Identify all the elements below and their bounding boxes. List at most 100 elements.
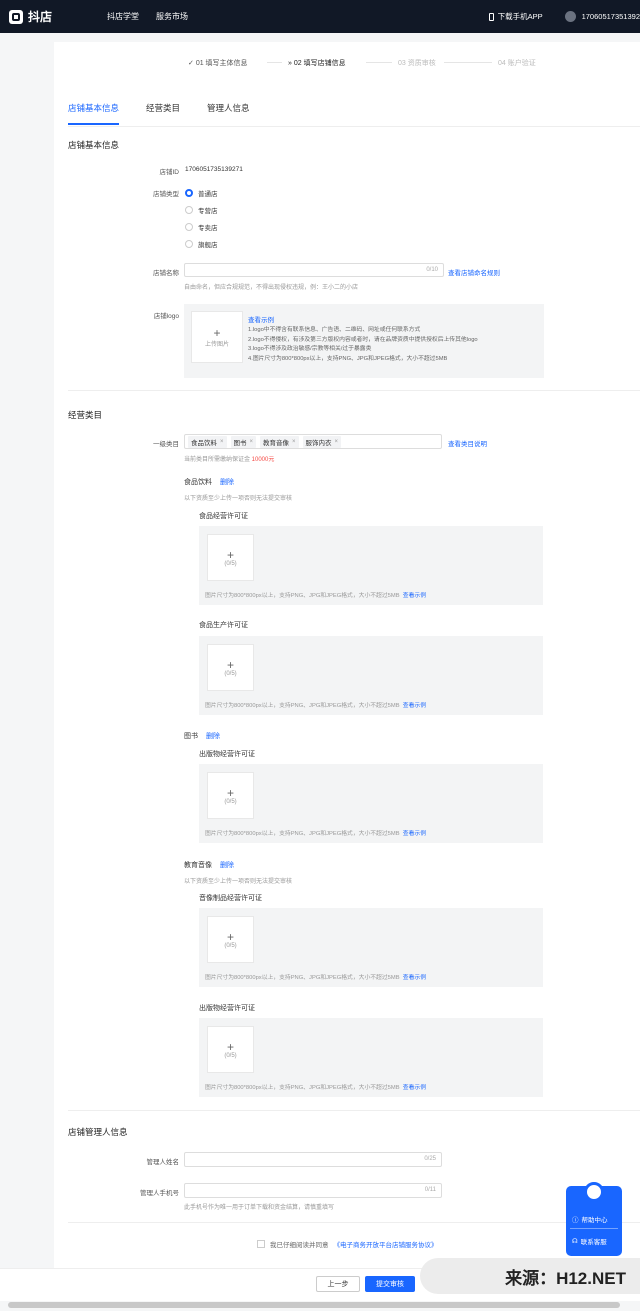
submit-review-button[interactable]: 提交审核 xyxy=(365,1276,415,1292)
agreement-checkbox[interactable]: 我已仔细阅读并同意 《电子商务开放平台店铺服务协议》 xyxy=(257,1239,438,1249)
license-upload-panel: + (0/5) 图片尺寸为800*800px以上，支持PNG、JPG和JPEG格式… xyxy=(199,764,543,843)
category-group-edu-av: 教育音像 删除 xyxy=(184,860,234,870)
delete-group-button[interactable]: 删除 xyxy=(220,477,234,487)
shop-name-label: 店铺名称 xyxy=(153,270,179,277)
primary-category-label: 一级类目 xyxy=(153,441,179,448)
manager-phone-counter: 0/11 xyxy=(424,1187,436,1193)
license-upload-panel: + (0/5) 图片尺寸为800*800px以上，支持PNG、JPG和JPEG格式… xyxy=(199,526,543,605)
nav-service-market[interactable]: 服务市场 xyxy=(156,11,188,22)
prev-step-button[interactable]: 上一步 xyxy=(316,1276,360,1292)
upload-label: 上传图片 xyxy=(204,341,229,348)
close-icon[interactable]: × xyxy=(292,439,296,445)
plus-icon: + xyxy=(226,785,234,800)
tab-category[interactable]: 经营类目 xyxy=(146,102,180,125)
manager-name-counter: 0/25 xyxy=(424,1156,436,1162)
logo-rules: 1.logo中不得含有联系信息、广告语、二维码、网址或任何联系方式 2.logo… xyxy=(248,326,478,364)
tab-manager-info[interactable]: 管理人信息 xyxy=(207,102,250,125)
group-hint: 以下资质至少上传一项否则无法提交审核 xyxy=(184,879,293,885)
brand-name: 抖店 xyxy=(28,10,53,24)
doudian-logo-icon xyxy=(9,9,23,24)
license-title: 出版物经营许可证 xyxy=(199,751,255,758)
license-example-link[interactable]: 查看示例 xyxy=(403,703,426,709)
brand-logo[interactable]: 抖店 xyxy=(9,8,52,25)
nav-academy[interactable]: 抖店学堂 xyxy=(107,11,139,22)
radio-checked-icon xyxy=(185,189,193,197)
license-hint: 图片尺寸为800*800px以上，支持PNG、JPG和JPEG格式，大小不超过5… xyxy=(205,593,426,599)
delete-group-button[interactable]: 删除 xyxy=(206,731,220,741)
shop-name-input[interactable]: 0/10 xyxy=(184,263,444,277)
phone-icon xyxy=(488,12,494,21)
license-example-link[interactable]: 查看示例 xyxy=(403,593,426,599)
download-app-link[interactable]: 下载手机APP xyxy=(488,11,543,22)
source-watermark: 来源：H12.NET xyxy=(420,1258,640,1294)
category-tag: 服饰内衣 × xyxy=(302,435,342,448)
radio-icon xyxy=(185,206,193,214)
category-tag: 图书 × xyxy=(230,435,257,448)
license-upload-button[interactable]: + (0/5) xyxy=(207,772,254,819)
license-upload-button[interactable]: + (0/5) xyxy=(207,644,254,691)
radio-icon xyxy=(185,240,193,248)
form-tabs: 店铺基本信息 经营类目 管理人信息 xyxy=(68,102,250,125)
step-2: » 02 填写店铺信息 xyxy=(288,60,346,67)
category-explain-link[interactable]: 查看类目说明 xyxy=(448,438,487,448)
logo-example-link[interactable]: 查看示例 xyxy=(248,314,274,324)
close-icon[interactable]: × xyxy=(335,439,339,445)
license-upload-button[interactable]: + (0/5) xyxy=(207,534,254,581)
license-hint: 图片尺寸为800*800px以上，支持PNG、JPG和JPEG格式，大小不超过5… xyxy=(205,703,426,709)
shop-type-label: 店铺类型 xyxy=(153,191,179,198)
plus-icon: + xyxy=(226,1039,234,1054)
logo-rule-4: 4.图片尺寸为800*800px以上，支持PNG、JPG和JPEG格式，大小不超… xyxy=(248,355,448,362)
shop-type-radio-exclusive[interactable]: 专卖店 xyxy=(185,222,218,232)
close-icon[interactable]: × xyxy=(250,439,254,445)
helper-divider xyxy=(570,1228,618,1229)
checkbox-icon xyxy=(257,1240,265,1248)
top-navigation-bar: 抖店 抖店学堂 服务市场 下载手机APP 17060517351392 xyxy=(0,0,640,33)
close-icon[interactable]: × xyxy=(220,439,224,445)
step-connector xyxy=(366,62,392,63)
shop-info-form-card: ✓ 01 填写主体信息 » 02 填写店铺信息 03 资质审核 04 账户验证 … xyxy=(54,42,640,1268)
contact-support-button[interactable]: ☊ 联系客服 xyxy=(572,1236,607,1246)
step-connector xyxy=(267,62,282,63)
license-example-link[interactable]: 查看示例 xyxy=(403,831,426,837)
license-title: 食品经营许可证 xyxy=(199,513,248,520)
step-3: 03 资质审核 xyxy=(398,60,436,67)
tab-basic-info[interactable]: 店铺基本信息 xyxy=(68,102,120,125)
license-upload-button[interactable]: + (0/5) xyxy=(207,916,254,963)
category-tag-input[interactable]: 食品饮料 × 图书 × 教育音像 × 服饰内衣 × xyxy=(184,434,442,449)
horizontal-scrollbar[interactable] xyxy=(8,1302,620,1308)
license-title: 音像制品经营许可证 xyxy=(199,895,262,902)
logo-upload-button[interactable]: + 上传图片 xyxy=(191,311,243,363)
section-title-manager: 店铺管理人信息 xyxy=(68,1127,128,1137)
license-upload-panel: + (0/5) 图片尺寸为800*800px以上，支持PNG、JPG和JPEG格式… xyxy=(199,1018,543,1097)
shop-name-rule-link[interactable]: 查看店铺命名规则 xyxy=(448,267,500,277)
section-title-category: 经营类目 xyxy=(68,410,103,420)
floating-helper-panel: ⓘ 帮助中心 ☊ 联系客服 xyxy=(566,1182,622,1256)
deposit-amount: 10000元 xyxy=(251,457,275,463)
user-menu[interactable]: 17060517351392 xyxy=(564,11,640,22)
top-nav: 抖店学堂 服务市场 xyxy=(107,11,188,22)
help-center-button[interactable]: ⓘ 帮助中心 xyxy=(572,1214,608,1224)
license-title: 出版物经营许可证 xyxy=(199,1005,255,1012)
delete-group-button[interactable]: 删除 xyxy=(220,860,234,870)
license-example-link[interactable]: 查看示例 xyxy=(403,1085,426,1091)
shop-type-radio-specialty[interactable]: 专营店 xyxy=(185,205,218,215)
tabs-divider xyxy=(68,126,640,127)
group-name: 图书 xyxy=(184,733,198,740)
license-upload-button[interactable]: + (0/5) xyxy=(207,1026,254,1073)
shop-name-hint: 自由命名，但应合规规范，不得出现侵权违规，例：王小二的小店 xyxy=(184,285,359,291)
license-example-link[interactable]: 查看示例 xyxy=(403,975,426,981)
step-1: ✓ 01 填写主体信息 xyxy=(188,60,248,67)
deposit-hint: 当前类目所需缴纳保证金 10000元 xyxy=(184,457,275,463)
manager-name-input[interactable]: 0/25 xyxy=(184,1152,442,1167)
shop-type-radio-flagship[interactable]: 旗舰店 xyxy=(185,239,218,249)
shop-type-radio-normal[interactable]: 普通店 xyxy=(185,188,218,198)
logo-rule-1: 1.logo中不得含有联系信息、广告语、二维码、网址或任何联系方式 xyxy=(248,327,421,333)
plus-icon: + xyxy=(226,929,234,944)
section-divider xyxy=(68,1110,640,1111)
plus-icon: + xyxy=(226,657,234,672)
category-tag: 食品饮料 × xyxy=(188,435,227,448)
manager-phone-label: 管理人手机号 xyxy=(140,1190,179,1197)
logo-rule-2: 2.logo不得侵权，有涉及第三方版权内容或者时，请在品牌资质中提供授权后上传其… xyxy=(248,336,478,343)
agreement-link[interactable]: 《电子商务开放平台店铺服务协议》 xyxy=(334,1239,438,1249)
manager-phone-input[interactable]: 0/11 xyxy=(184,1183,442,1198)
